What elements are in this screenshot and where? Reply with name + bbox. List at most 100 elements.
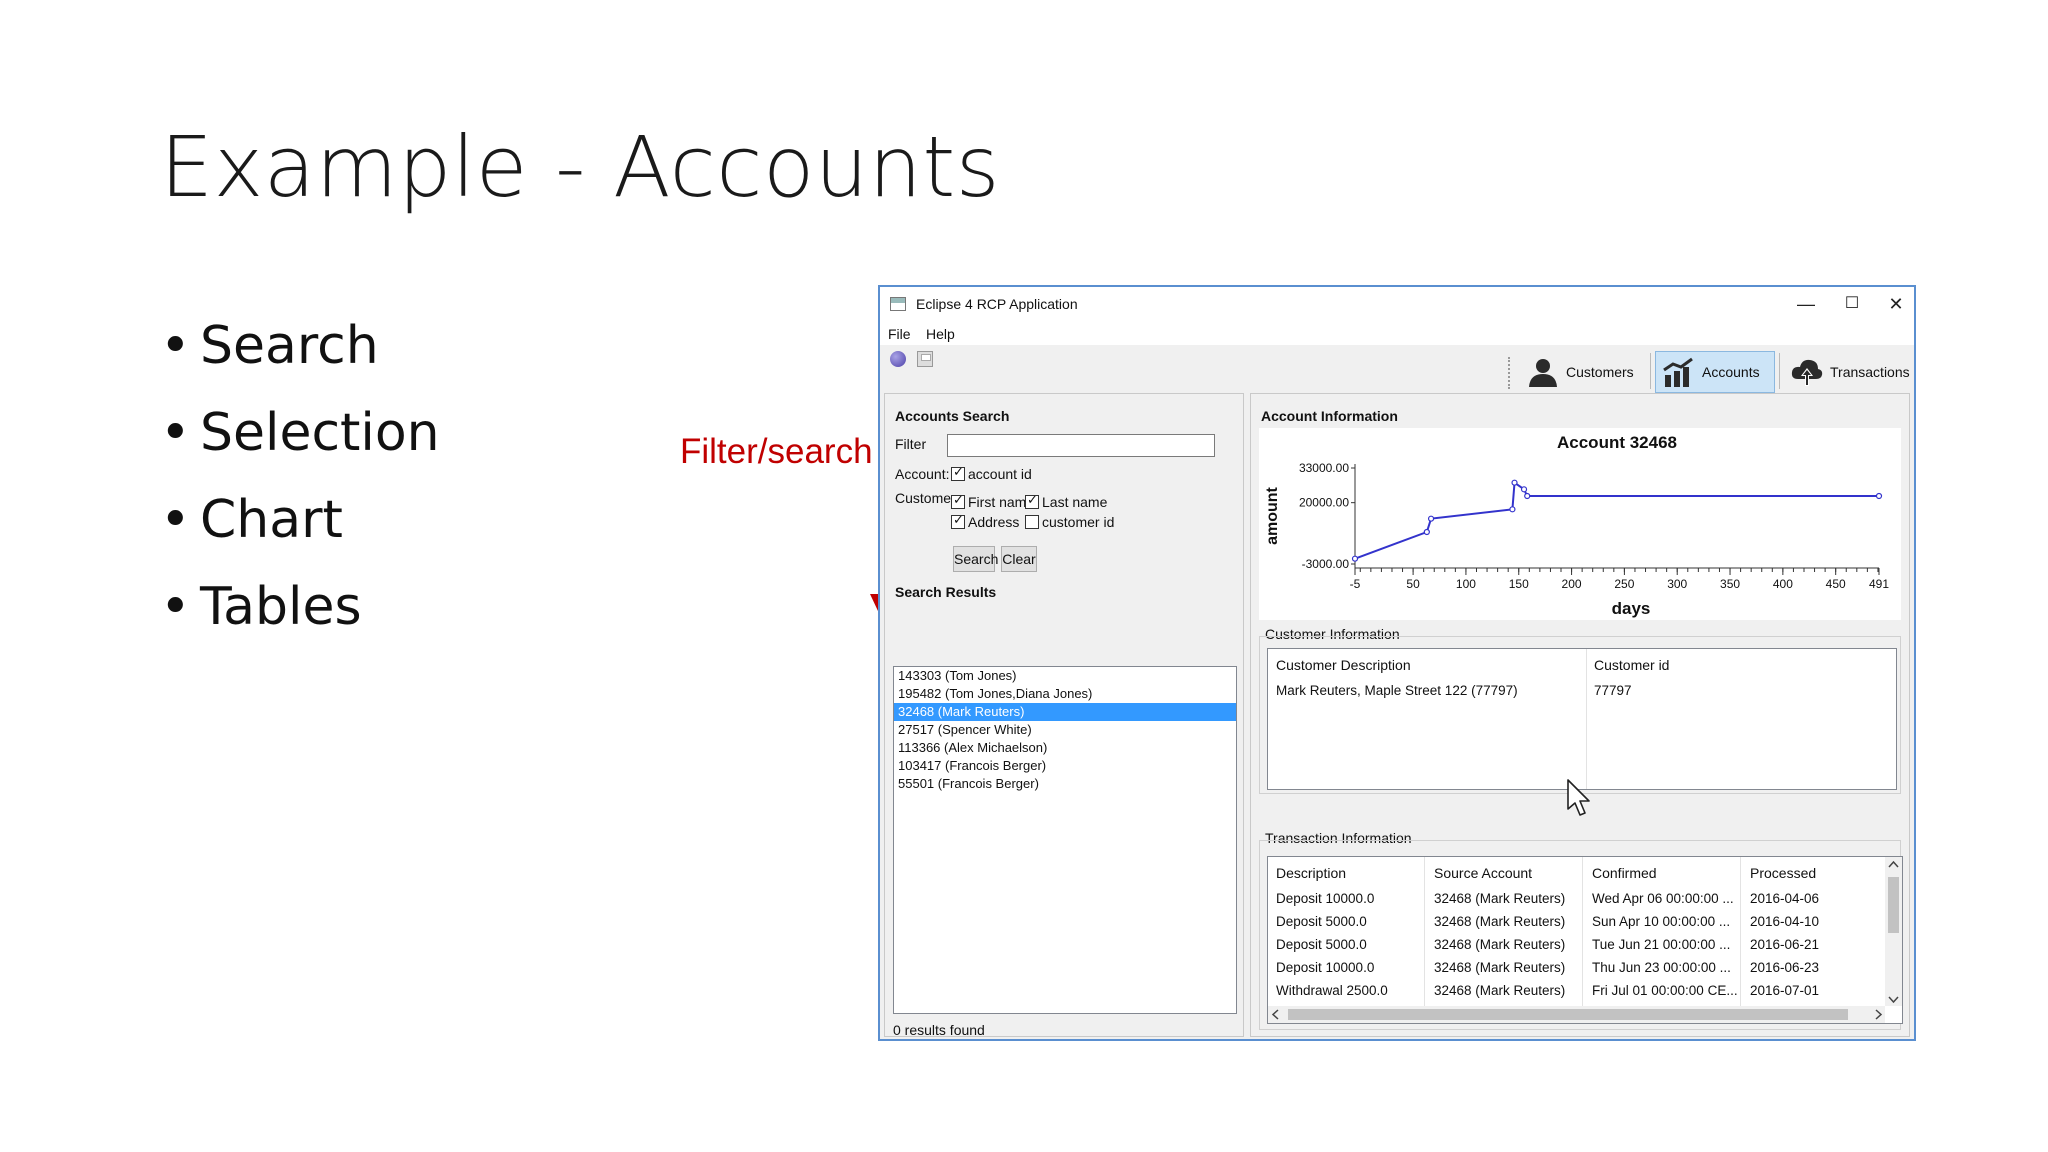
table-cell[interactable]: Deposit 5000.0: [1276, 937, 1367, 952]
series-line: [1354, 480, 1879, 560]
customer-id-checkbox[interactable]: customer id: [1025, 514, 1114, 530]
x-tick-label: 450: [1826, 577, 1846, 591]
close-button[interactable]: ✕: [1876, 291, 1916, 317]
bullet-dot: •: [160, 316, 191, 376]
data-point: [1511, 479, 1518, 486]
account-id-checkbox[interactable]: account id: [951, 464, 1032, 482]
vertical-scrollbar[interactable]: [1885, 857, 1902, 1006]
table-cell[interactable]: 2016-04-06: [1750, 891, 1819, 906]
table-cell[interactable]: 2016-06-21: [1750, 937, 1819, 952]
perspective-label: Customers: [1566, 364, 1634, 380]
table-cell[interactable]: 2016-04-10: [1750, 914, 1819, 929]
table-cell[interactable]: 2016-06-23: [1750, 960, 1819, 975]
app-window: Eclipse 4 RCP Application — ☐ ✕ File Hel…: [878, 285, 1916, 1041]
table-cell[interactable]: Thu Jun 23 00:00:00 ...: [1592, 960, 1731, 975]
search-results-list[interactable]: 143303 (Tom Jones) 195482 (Tom Jones,Dia…: [893, 666, 1237, 1014]
filter-label: Filter: [895, 436, 927, 452]
address-checkbox[interactable]: Address: [951, 512, 1020, 530]
table-cell[interactable]: Deposit 10000.0: [1276, 891, 1374, 906]
y-axis-label: amount: [1264, 486, 1281, 544]
column-header[interactable]: Customer id: [1594, 657, 1669, 673]
checkbox-box[interactable]: [1025, 515, 1039, 529]
x-tick-label: 50: [1406, 577, 1420, 591]
y-tick-label: 33000.00: [1299, 461, 1349, 475]
data-point: [1427, 515, 1435, 522]
filter-input[interactable]: [947, 434, 1215, 457]
column-header[interactable]: Processed: [1750, 865, 1816, 881]
table-cell[interactable]: Deposit 5000.0: [1276, 914, 1367, 929]
checkbox-box[interactable]: [951, 492, 965, 509]
x-tick-label: 250: [1614, 577, 1634, 591]
person-icon: [1529, 359, 1557, 387]
menu-bar: File Help: [880, 323, 1914, 345]
data-point: [1351, 555, 1359, 562]
title-bar: Eclipse 4 RCP Application — ☐ ✕: [880, 287, 1914, 323]
account-chart: Account 32468 33000.00 20000.00 -3000.00 -5 5…: [1259, 428, 1901, 620]
bullet-text: Tables: [200, 577, 362, 637]
table-cell[interactable]: Sun Apr 10 00:00:00 ...: [1592, 914, 1730, 929]
table-cell[interactable]: Withdrawal 2500.0: [1276, 983, 1388, 998]
column-header[interactable]: Source Account: [1434, 865, 1532, 881]
table-cell[interactable]: 2016-07-01: [1750, 983, 1819, 998]
list-item[interactable]: 113366 (Alex Michaelson): [894, 739, 1236, 757]
list-item[interactable]: 27517 (Spencer White): [894, 721, 1236, 739]
table-cell[interactable]: 32468 (Mark Reuters): [1434, 983, 1565, 998]
first-name-checkbox[interactable]: First name: [951, 492, 1034, 510]
perspective-separator: [1650, 353, 1651, 389]
checkbox-label: Address: [968, 514, 1020, 530]
list-item[interactable]: 103417 (Francois Berger): [894, 757, 1236, 775]
data-point: [1423, 528, 1430, 536]
list-item[interactable]: 55501 (Francois Berger): [894, 775, 1236, 793]
checkbox-box[interactable]: [951, 512, 965, 529]
globe-icon[interactable]: [890, 351, 906, 367]
checkbox-label: account id: [968, 466, 1032, 482]
clear-button[interactable]: Clear: [1001, 546, 1037, 572]
bullet-text: Selection: [200, 403, 440, 463]
table-cell[interactable]: 77797: [1594, 683, 1632, 698]
table-cell[interactable]: Tue Jun 21 00:00:00 ...: [1592, 937, 1730, 952]
list-item[interactable]: 143303 (Tom Jones): [894, 667, 1236, 685]
table-cell[interactable]: Mark Reuters, Maple Street 122 (77797): [1276, 683, 1518, 698]
chart-svg: Account 32468 33000.00 20000.00 -3000.00-5 5…: [1264, 433, 1889, 618]
x-tick-label: 200: [1562, 577, 1582, 591]
data-point: [1524, 492, 1531, 500]
last-name-checkbox[interactable]: Last name: [1025, 492, 1107, 510]
x-tick-label: -5: [1350, 577, 1361, 591]
save-icon[interactable]: [917, 351, 933, 367]
column-header[interactable]: Description: [1276, 865, 1346, 881]
list-item[interactable]: 195482 (Tom Jones,Diana Jones): [894, 685, 1236, 703]
perspective-accounts[interactable]: Accounts: [1655, 351, 1775, 393]
chart-icon: [1663, 357, 1693, 387]
customer-label: Customer: [895, 490, 956, 506]
table-cell[interactable]: Deposit 10000.0: [1276, 960, 1374, 975]
table-cell[interactable]: Wed Apr 06 00:00:00 ...: [1592, 891, 1734, 906]
horizontal-scrollbar[interactable]: [1268, 1006, 1885, 1023]
list-item-selected[interactable]: 32468 (Mark Reuters): [894, 703, 1236, 721]
menu-file[interactable]: File: [888, 326, 911, 342]
x-tick-label: 150: [1509, 577, 1529, 591]
table-cell[interactable]: 32468 (Mark Reuters): [1434, 960, 1565, 975]
checkbox-box[interactable]: [1025, 492, 1039, 509]
menu-help[interactable]: Help: [926, 326, 955, 342]
bullet-list: • Search • Selection • Chart • Tables: [160, 316, 440, 664]
table-cell[interactable]: 32468 (Mark Reuters): [1434, 937, 1565, 952]
perspective-transactions[interactable]: Transactions: [1784, 351, 1916, 393]
maximize-button[interactable]: ☐: [1832, 291, 1872, 317]
table-cell[interactable]: Fri Jul 01 00:00:00 CE...: [1592, 983, 1738, 998]
column-header[interactable]: Confirmed: [1592, 865, 1657, 881]
column-header[interactable]: Customer Description: [1276, 657, 1411, 673]
table-cell[interactable]: 32468 (Mark Reuters): [1434, 891, 1565, 906]
checkbox-box[interactable]: [951, 464, 965, 481]
accounts-search-panel: Accounts Search Filter Account: account …: [884, 393, 1244, 1038]
chart-title: Account 32468: [1557, 433, 1677, 452]
window-title: Eclipse 4 RCP Application: [916, 296, 1078, 312]
toolbar-separator: [1508, 357, 1512, 389]
perspective-customers[interactable]: Customers: [1520, 351, 1640, 393]
search-button[interactable]: Search: [953, 546, 998, 572]
minimize-button[interactable]: —: [1786, 291, 1826, 317]
section-title: Account Information: [1261, 408, 1398, 424]
bullet-dot: •: [160, 490, 191, 550]
account-label: Account:: [895, 466, 950, 482]
table-cell[interactable]: 32468 (Mark Reuters): [1434, 914, 1565, 929]
mouse-cursor-icon: [1567, 779, 1590, 816]
